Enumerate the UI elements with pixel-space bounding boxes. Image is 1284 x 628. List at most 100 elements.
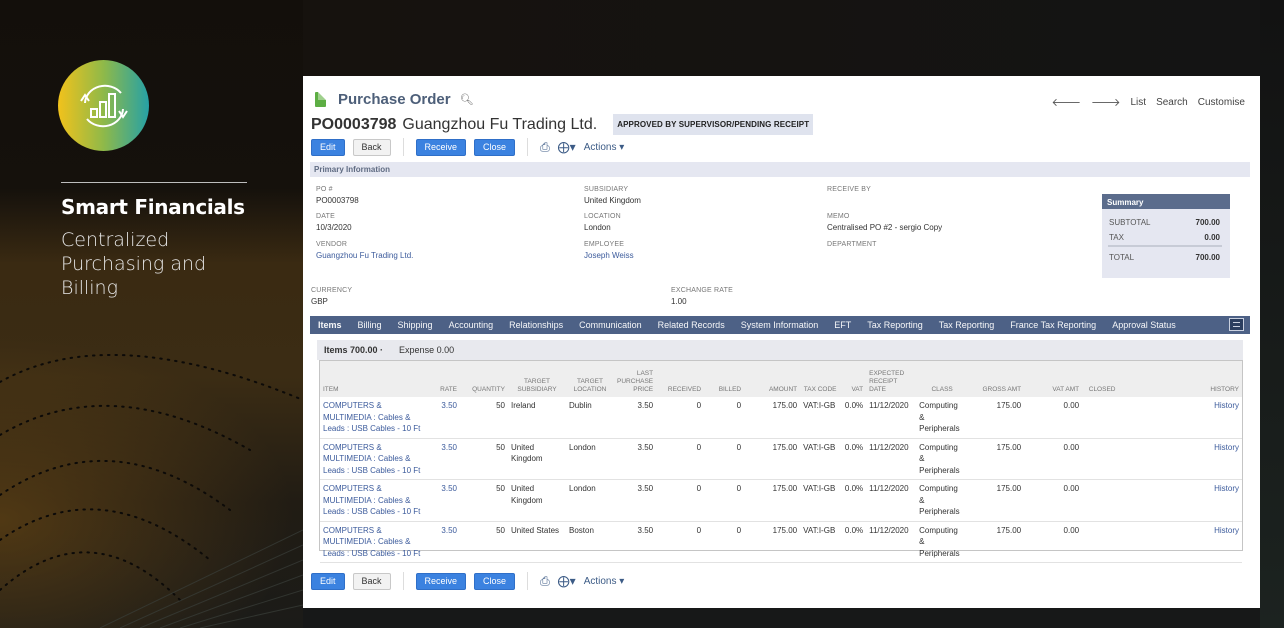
target-subsidiary-cell: United States	[508, 521, 566, 563]
tab-accounting[interactable]: Accounting	[441, 320, 502, 330]
close-button[interactable]: Close	[474, 138, 516, 156]
tab-relationships[interactable]: Relationships	[501, 320, 571, 330]
col-received[interactable]: RECEIVED	[656, 361, 704, 397]
col-vat-amt[interactable]: VAT AMT	[1024, 361, 1082, 397]
location-value: London	[584, 223, 611, 232]
summary-divider	[1108, 245, 1222, 247]
col-vat[interactable]: VAT	[840, 361, 866, 397]
edit-button[interactable]: Edit	[311, 138, 345, 156]
subtotal-label: SUBTOTAL	[1109, 218, 1151, 227]
summary-box: Summary SUBTOTAL 700.00 TAX 0.00 TOTAL 7…	[1102, 194, 1230, 278]
print-icon[interactable]: ⎙	[540, 574, 550, 589]
col-tax-code[interactable]: TAX CODE	[800, 361, 840, 397]
print-icon[interactable]: ⎙	[540, 140, 550, 155]
target-location-cell: London	[566, 438, 614, 480]
tab-communication[interactable]: Communication	[571, 320, 650, 330]
history-link[interactable]: History	[1122, 521, 1242, 563]
item-link[interactable]: COMPUTERS & MULTIMEDIA : Cables & Leads …	[320, 397, 430, 439]
close-button-bottom[interactable]: Close	[474, 572, 516, 590]
col-target-location[interactable]: TARGET LOCATION	[566, 361, 614, 397]
currency-label: CURRENCY	[311, 287, 353, 294]
subtab-items-label: Items 700.00	[324, 345, 378, 355]
date-field: DATE 10/3/2020	[316, 213, 352, 232]
table-row[interactable]: COMPUTERS & MULTIMEDIA : Cables & Leads …	[320, 397, 1242, 439]
target-location-cell: London	[566, 479, 614, 522]
receive-button-bottom[interactable]: Receive	[415, 572, 467, 590]
employee-link[interactable]: Joseph Weiss	[584, 251, 634, 260]
items-table: ITEM RATE QUANTITY TARGET SUBSIDIARY TAR…	[319, 360, 1243, 563]
col-item[interactable]: ITEM	[320, 361, 430, 397]
tab-billing[interactable]: Billing	[350, 320, 390, 330]
smart-financials-logo	[58, 60, 149, 151]
collapse-tabs-icon[interactable]	[1229, 318, 1244, 331]
currency-value: GBP	[311, 297, 328, 306]
vat-amt-cell: 0.00	[1024, 438, 1083, 480]
class-cell: Computing & Peripherals	[916, 397, 969, 439]
new-document-dropdown-icon[interactable]: ⨁▾	[558, 574, 576, 588]
slide-background-top	[303, 0, 1263, 76]
item-link[interactable]: COMPUTERS & MULTIMEDIA : Cables & Leads …	[320, 479, 430, 522]
tab-related-records[interactable]: Related Records	[650, 320, 733, 330]
col-closed[interactable]: CLOSED	[1082, 361, 1122, 397]
closed-cell	[1082, 521, 1123, 563]
table-row[interactable]: COMPUTERS & MULTIMEDIA : Cables & Leads …	[320, 438, 1242, 480]
target-subsidiary-cell: United Kingdom	[508, 438, 566, 480]
tab-eft[interactable]: EFT	[826, 320, 859, 330]
col-gross-amt[interactable]: GROSS AMT	[968, 361, 1024, 397]
amount-cell: 175.00	[744, 521, 801, 563]
search-link[interactable]: Search	[1156, 97, 1188, 108]
col-quantity[interactable]: QUANTITY	[460, 361, 508, 397]
new-document-dropdown-icon[interactable]: ⨁▾	[558, 140, 576, 154]
col-target-subsidiary[interactable]: TARGET SUBSIDIARY	[508, 361, 566, 397]
col-amount[interactable]: AMOUNT	[744, 361, 800, 397]
previous-record-icon[interactable]: 🡐	[1052, 95, 1082, 109]
tab-approval-status[interactable]: Approval Status	[1104, 320, 1184, 330]
col-rate[interactable]: RATE	[430, 361, 460, 397]
class-cell: Computing & Peripherals	[916, 521, 969, 563]
history-link[interactable]: History	[1122, 479, 1242, 522]
tab-france-tax-reporting[interactable]: France Tax Reporting	[1002, 320, 1104, 330]
tab-system-information[interactable]: System Information	[733, 320, 827, 330]
col-billed[interactable]: BILLED	[704, 361, 744, 397]
back-button-bottom[interactable]: Back	[352, 572, 391, 590]
vendor-link[interactable]: Guangzhou Fu Trading Ltd.	[316, 251, 413, 260]
items-subtabs: Items 700.00 · Expense 0.00	[317, 340, 1243, 360]
history-link[interactable]: History	[1122, 397, 1242, 439]
po-number-label: PO #	[316, 186, 333, 193]
tab-tax-reporting-2[interactable]: Tax Reporting	[931, 320, 1003, 330]
edit-button-bottom[interactable]: Edit	[311, 572, 345, 590]
col-class[interactable]: CLASS	[916, 361, 968, 397]
billed-cell: 0	[704, 397, 745, 439]
receive-button[interactable]: Receive	[415, 138, 467, 156]
actions-menu-bottom[interactable]: Actions ▾	[584, 576, 625, 587]
vat-amt-cell: 0.00	[1024, 479, 1083, 522]
tab-tax-reporting[interactable]: Tax Reporting	[859, 320, 931, 330]
brand-subtitle: Centralized Purchasing and Billing	[61, 229, 207, 299]
history-link[interactable]: History	[1122, 438, 1242, 480]
target-location-cell: Dublin	[566, 397, 614, 439]
quantity-cell: 50	[460, 438, 508, 480]
list-link[interactable]: List	[1131, 97, 1147, 108]
back-button[interactable]: Back	[352, 138, 391, 156]
next-record-icon[interactable]: 🡒	[1091, 95, 1121, 109]
tax-code-cell: VAT:I-GB	[800, 521, 841, 563]
item-link[interactable]: COMPUTERS & MULTIMEDIA : Cables & Leads …	[320, 438, 430, 480]
search-icon[interactable]: 🔍︎	[460, 93, 474, 106]
col-expected-receipt-date[interactable]: EXPECTED RECEIPT DATE	[866, 361, 916, 397]
tab-shipping[interactable]: Shipping	[390, 320, 441, 330]
primary-information-header[interactable]: Primary Information	[310, 162, 1250, 177]
table-row[interactable]: COMPUTERS & MULTIMEDIA : Cables & Leads …	[320, 479, 1242, 522]
col-last-purchase-price[interactable]: LAST PURCHASE PRICE	[614, 361, 656, 397]
customise-link[interactable]: Customise	[1198, 97, 1245, 108]
memo-value: Centralised PO #2 - sergio Copy	[827, 223, 943, 232]
tab-items[interactable]: Items	[310, 320, 350, 330]
subtab-items[interactable]: Items 700.00 ·	[324, 345, 383, 355]
item-link[interactable]: COMPUTERS & MULTIMEDIA : Cables & Leads …	[320, 521, 430, 563]
table-row[interactable]: COMPUTERS & MULTIMEDIA : Cables & Leads …	[320, 521, 1242, 563]
location-label: LOCATION	[584, 213, 621, 220]
subsidiary-value: United Kingdom	[584, 196, 641, 205]
col-history[interactable]: HISTORY	[1122, 361, 1242, 397]
actions-menu[interactable]: Actions ▾	[584, 142, 625, 153]
subtab-expense[interactable]: Expense 0.00	[399, 345, 454, 355]
summary-subtotal-row: SUBTOTAL 700.00	[1102, 218, 1230, 227]
